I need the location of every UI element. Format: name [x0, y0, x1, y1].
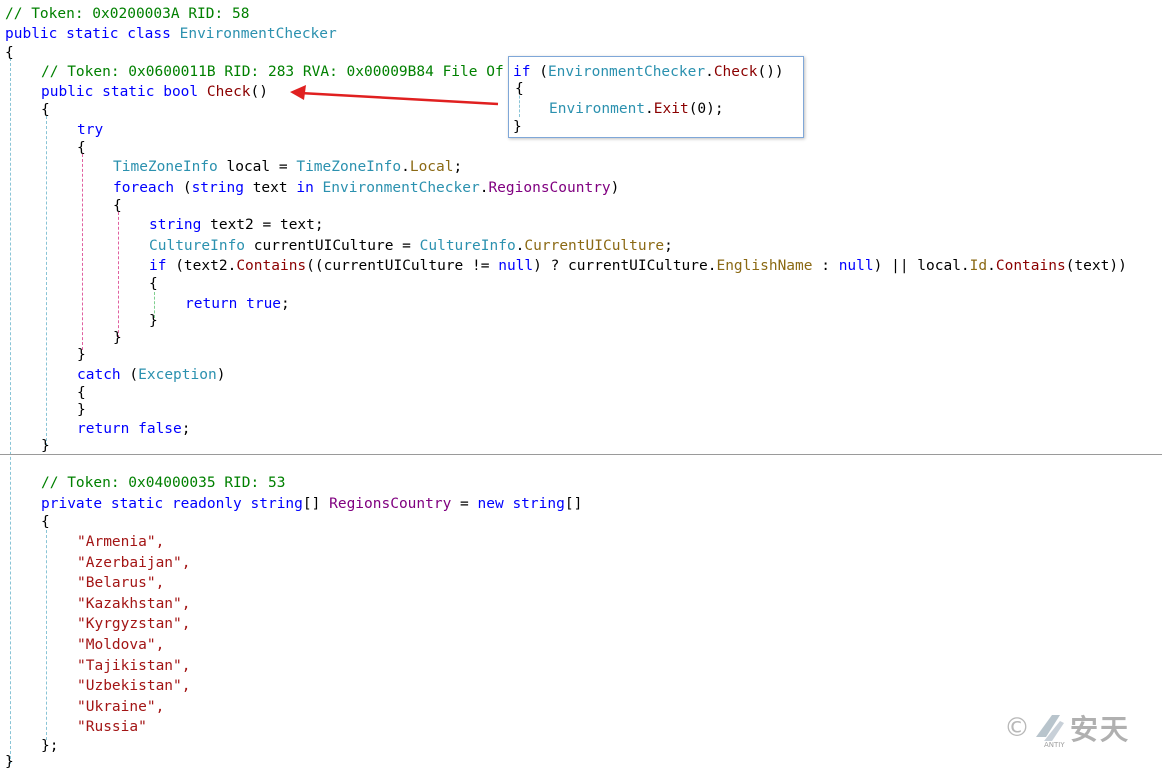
paren: (: [530, 64, 548, 80]
copyright-symbol: ©: [1004, 713, 1030, 743]
popup-open-brace: {: [515, 81, 524, 97]
type-environment[interactable]: Environment: [549, 101, 645, 117]
brand-name-en: ANTIY: [1044, 741, 1065, 749]
dot: .: [645, 101, 654, 117]
if-keyword: if: [513, 64, 531, 80]
popup-if-line: if (EnvironmentChecker.Check()): [513, 62, 784, 82]
method-exit[interactable]: Exit: [654, 101, 689, 117]
dot: .: [705, 64, 714, 80]
code-snippet-popup: if (EnvironmentChecker.Check()) { Enviro…: [508, 56, 804, 138]
paren: ()): [757, 64, 784, 80]
popup-exit-line: Environment.Exit(0);: [549, 99, 724, 119]
exit-args: (0);: [688, 101, 724, 117]
antiy-logo-icon: [1036, 715, 1064, 741]
antiy-watermark: © 安天 ANTIY: [1004, 708, 1131, 749]
popup-close-brace: }: [513, 119, 522, 135]
brand-name: 安天: [1070, 713, 1131, 746]
method-reference[interactable]: Check: [714, 64, 758, 80]
class-reference[interactable]: EnvironmentChecker: [548, 64, 705, 80]
